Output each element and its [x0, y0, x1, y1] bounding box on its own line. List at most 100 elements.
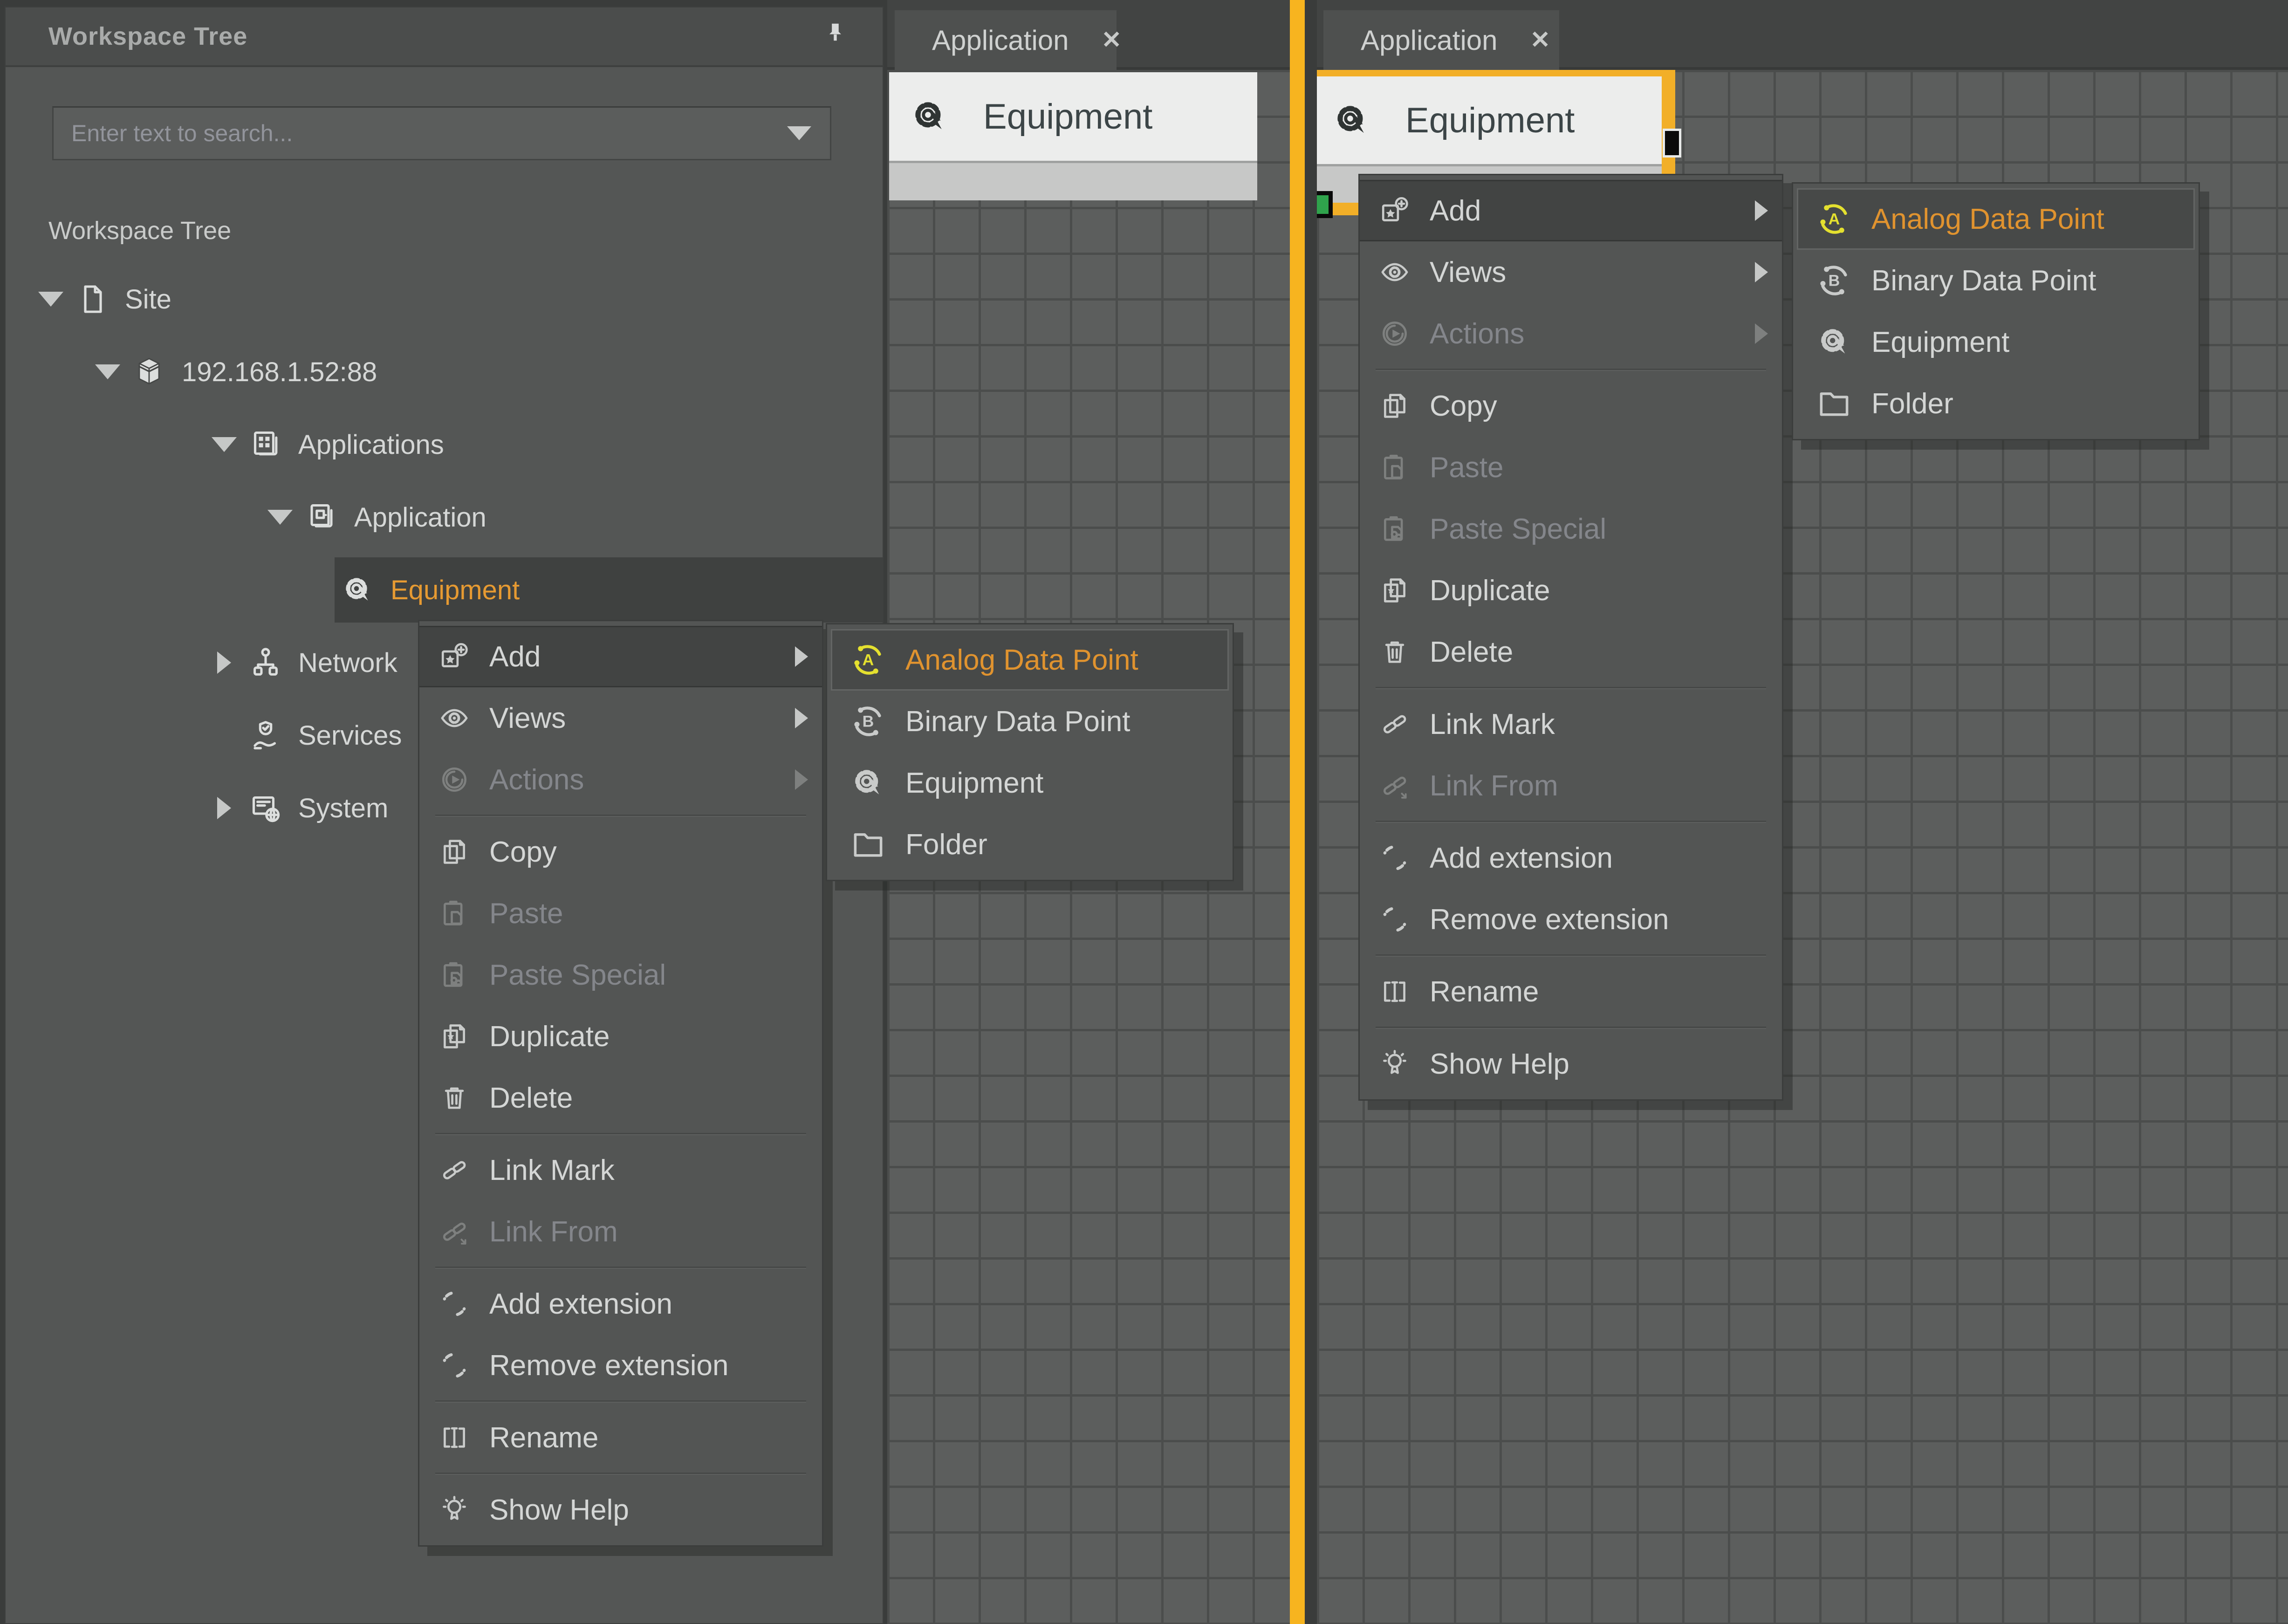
menu-item-label: Views — [1430, 256, 1506, 289]
expand-arrow-icon[interactable] — [89, 364, 126, 379]
search-dropdown-icon[interactable] — [787, 126, 811, 140]
submenu-arrow-icon — [1755, 262, 1768, 282]
tab-close-icon[interactable]: ✕ — [1102, 26, 1122, 54]
svg-text:A: A — [1829, 211, 1840, 228]
menu-item-copy[interactable]: Copy — [1360, 375, 1782, 437]
system-icon — [249, 791, 282, 825]
duplicate-icon — [419, 1021, 489, 1052]
menu-item-link-mark[interactable]: Link Mark — [1360, 693, 1782, 755]
tree-item-site[interactable]: Site — [6, 263, 883, 336]
menu-separator — [435, 1473, 806, 1475]
resize-handle-right[interactable] — [1663, 129, 1681, 158]
collapse-arrow-icon[interactable] — [206, 797, 242, 819]
expand-arrow-icon[interactable] — [206, 437, 242, 452]
tree-item-content[interactable]: Equipment — [335, 557, 883, 623]
submenu-item-label: Analog Data Point — [1871, 203, 2104, 236]
menu-item-label: Link Mark — [1430, 708, 1555, 741]
menu-item-label: Rename — [489, 1421, 598, 1454]
submenu-item-analog-data-point[interactable]: A Analog Data Point — [1797, 188, 2195, 250]
tree-item-applications[interactable]: Applications — [6, 408, 883, 481]
menu-item-paste-special: Paste Special — [419, 944, 822, 1006]
tree-item-content[interactable]: Applications — [242, 412, 883, 477]
menu-item-add-extension[interactable]: Add extension — [419, 1273, 822, 1335]
submenu-item-label: Folder — [905, 828, 987, 861]
expand-arrow-icon[interactable] — [33, 292, 69, 307]
apps-grid-icon — [249, 428, 282, 461]
submenu-item-equipment[interactable]: Equipment — [1797, 311, 2195, 373]
tree-item-content[interactable]: Application — [298, 485, 883, 550]
menu-item-remove-extension[interactable]: Remove extension — [419, 1335, 822, 1396]
menu-separator — [1376, 1027, 1766, 1029]
submenu-item-label: Equipment — [1871, 326, 2009, 359]
menu-item-rename[interactable]: Rename — [419, 1407, 822, 1468]
submenu-item-binary-data-point[interactable]: BBinary Data Point — [1797, 250, 2195, 311]
tree-item-application[interactable]: Application — [6, 481, 883, 554]
equipment-widget-middle[interactable]: Equipment — [889, 72, 1257, 200]
menu-item-label: Remove extension — [1430, 903, 1669, 936]
submenu-item-folder[interactable]: Folder — [1797, 373, 2195, 434]
context-menu-left: AddViewsActionsCopyPastePaste SpecialDup… — [418, 620, 823, 1547]
tab-application-right[interactable]: Application ✕ — [1323, 10, 1559, 70]
menu-item-label: Delete — [1430, 636, 1513, 669]
gear-bolt-icon — [341, 573, 375, 607]
context-menu-right: AddViewsActionsCopyPastePaste SpecialDup… — [1358, 174, 1783, 1101]
tree-item-192-168-1-52-88[interactable]: 192.168.1.52:88 — [6, 336, 883, 408]
menu-item-views[interactable]: Views — [1360, 241, 1782, 303]
collapse-arrow-icon[interactable] — [206, 651, 242, 674]
menu-item-duplicate[interactable]: Duplicate — [1360, 560, 1782, 621]
help-icon — [1360, 1048, 1430, 1079]
paste-icon — [1360, 452, 1430, 483]
widget-footer — [889, 161, 1257, 200]
submenu-item-equipment[interactable]: Equipment — [831, 752, 1229, 814]
submenu-item-binary-data-point[interactable]: BBinary Data Point — [831, 691, 1229, 752]
folder-icon — [1797, 385, 1871, 422]
menu-item-delete[interactable]: Delete — [1360, 621, 1782, 683]
pin-icon[interactable] — [818, 20, 851, 55]
menu-item-label: Show Help — [489, 1494, 629, 1527]
menu-item-add[interactable]: Add — [419, 626, 822, 687]
tab-close-icon[interactable]: ✕ — [1530, 26, 1551, 54]
menu-item-label: Add — [489, 640, 541, 673]
extension-icon — [419, 1350, 489, 1381]
tree-item-label: Application — [354, 502, 486, 533]
menu-item-delete[interactable]: Delete — [419, 1067, 822, 1129]
pane-splitter[interactable] — [1290, 0, 1305, 1624]
menu-item-label: Rename — [1430, 975, 1539, 1008]
menu-separator — [435, 1267, 806, 1269]
menu-item-add[interactable]: Add — [1360, 180, 1782, 241]
workspace-tree-header: Workspace Tree — [6, 7, 883, 67]
tree-item-content[interactable]: Site — [69, 267, 883, 332]
submenu-item-folder[interactable]: Folder — [831, 814, 1229, 875]
menu-item-show-help[interactable]: Show Help — [419, 1479, 822, 1541]
extension-icon — [1360, 843, 1430, 873]
search-input[interactable] — [70, 119, 787, 147]
menu-item-label: Duplicate — [1430, 574, 1550, 607]
menu-item-label: Show Help — [1430, 1048, 1569, 1081]
tab-label: Application — [1361, 24, 1498, 56]
tree-item-equipment[interactable]: Equipment — [6, 554, 883, 626]
menu-item-link-mark[interactable]: Link Mark — [419, 1139, 822, 1201]
submenu-arrow-icon — [795, 769, 808, 790]
tab-application-middle[interactable]: Application ✕ — [895, 10, 1117, 70]
menu-item-duplicate[interactable]: Duplicate — [419, 1006, 822, 1067]
menu-item-rename[interactable]: Rename — [1360, 961, 1782, 1022]
pane-border — [1305, 0, 1317, 1624]
views-icon — [419, 703, 489, 733]
menu-item-remove-extension[interactable]: Remove extension — [1360, 889, 1782, 950]
menu-item-show-help[interactable]: Show Help — [1360, 1033, 1782, 1095]
gear-bolt-icon — [831, 765, 905, 801]
submenu-arrow-icon — [1755, 323, 1768, 344]
expand-arrow-icon[interactable] — [262, 510, 298, 525]
tree-item-content[interactable]: 192.168.1.52:88 — [126, 339, 883, 404]
submenu-item-label: Binary Data Point — [905, 705, 1130, 738]
menu-item-copy[interactable]: Copy — [419, 821, 822, 883]
right-tabbar: Application ✕ — [1317, 0, 2288, 70]
menu-item-views[interactable]: Views — [419, 687, 822, 749]
submenu-item-analog-data-point[interactable]: AAnalog Data Point — [831, 629, 1229, 691]
menu-item-add-extension[interactable]: Add extension — [1360, 827, 1782, 889]
submenu-item-label: Folder — [1871, 387, 1953, 420]
tree-item-label: System — [298, 793, 388, 824]
link-icon — [1360, 709, 1430, 740]
submenu-item-label: Equipment — [905, 767, 1043, 800]
add-icon — [1360, 195, 1430, 226]
